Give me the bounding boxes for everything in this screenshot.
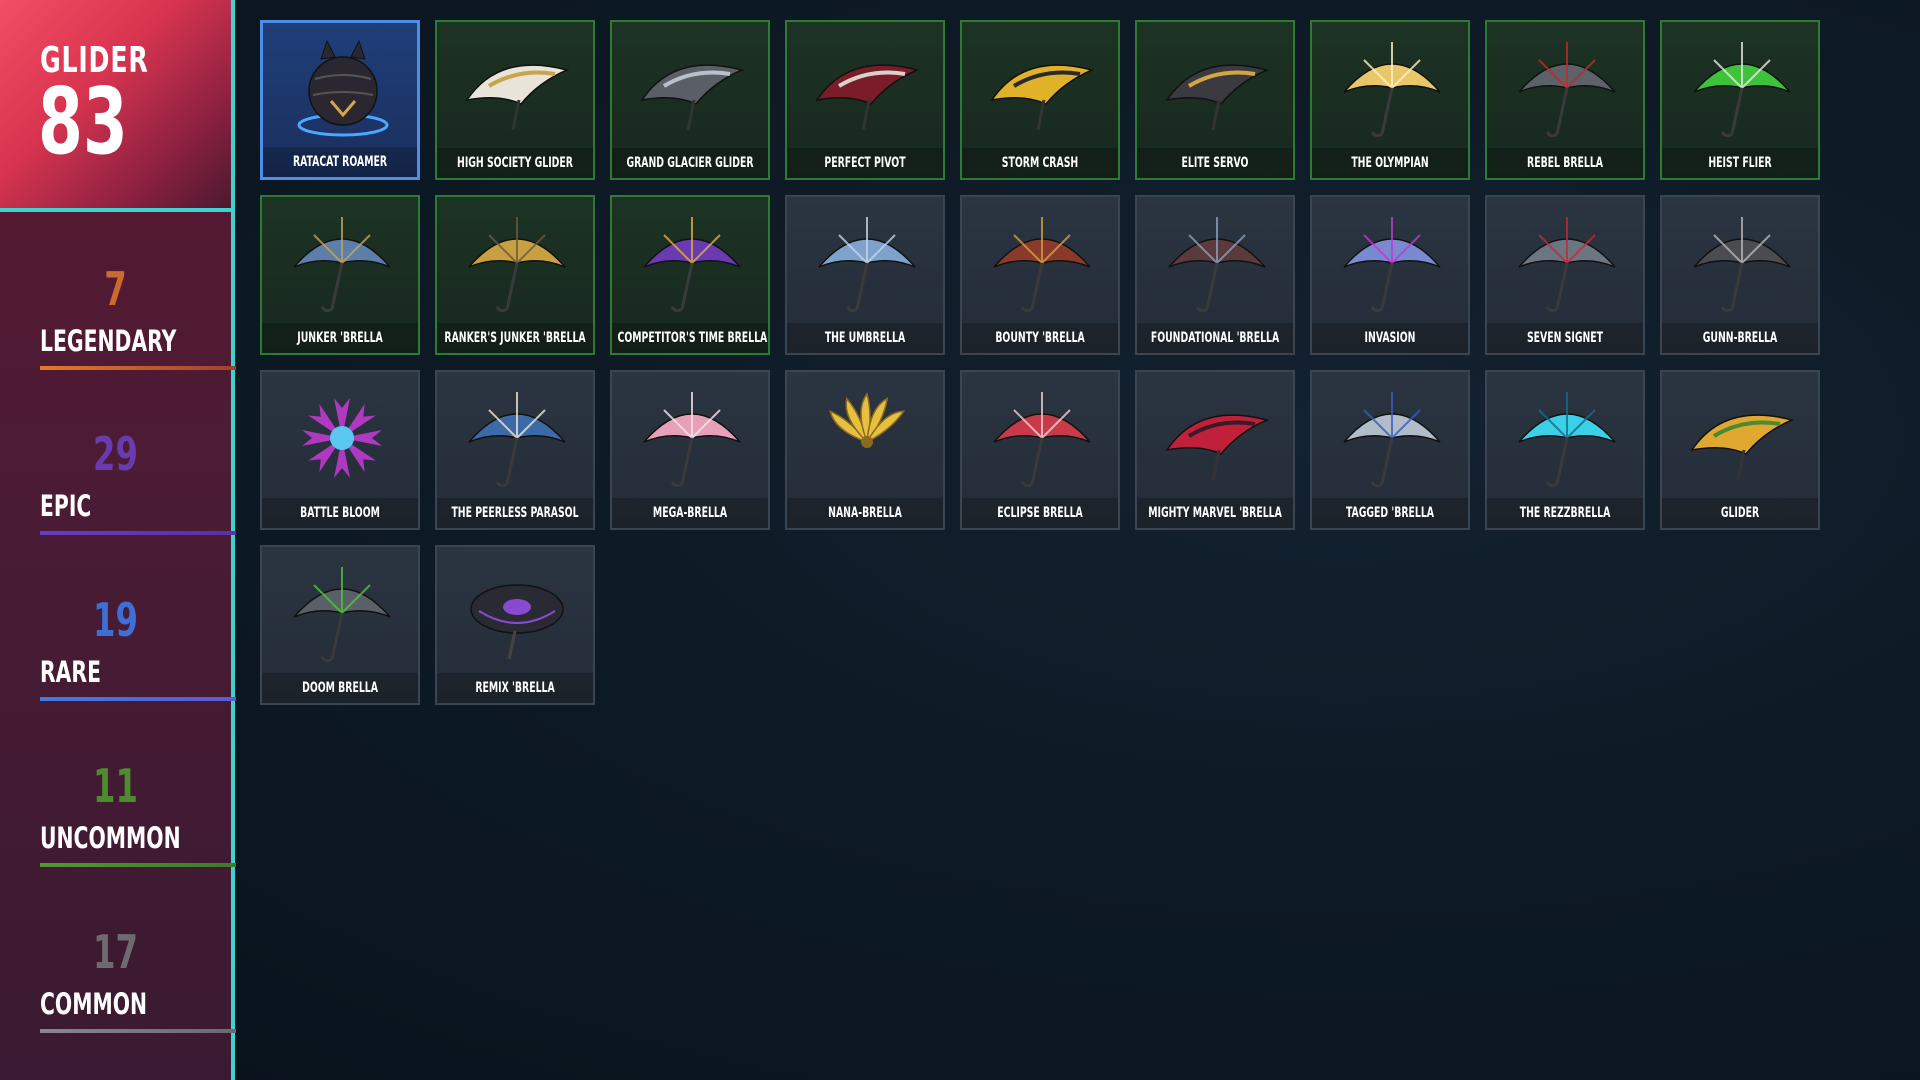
item-card[interactable]: BATTLE BLOOM — [260, 370, 420, 530]
item-name: REBEL BRELLA — [1527, 155, 1603, 171]
item-name: MEGA-BRELLA — [652, 505, 728, 521]
item-card[interactable]: INVASION — [1310, 195, 1470, 355]
item-card[interactable]: THE PEERLESS PARASOL — [435, 370, 595, 530]
rarity-rare[interactable]: 19 RARE — [0, 593, 236, 713]
item-card[interactable]: TAGGED 'BRELLA — [1310, 370, 1470, 530]
item-grid: RATACAT ROAMER HIGH SOCIETY GLIDER GRAND G… — [260, 20, 1820, 705]
rarity-label: COMMON — [40, 987, 148, 1021]
item-card[interactable]: SEVEN SIGNET — [1485, 195, 1645, 355]
item-name: ELITE SERVO — [1181, 155, 1249, 171]
item-name: DOOM BRELLA — [302, 680, 378, 696]
item-name: NANA-BRELLA — [828, 505, 902, 521]
rarity-count: 29 — [93, 427, 138, 481]
item-name: BOUNTY 'BRELLA — [995, 330, 1085, 346]
rarity-label: LEGENDARY — [40, 324, 177, 358]
item-name: RANKER'S JUNKER 'BRELLA — [444, 330, 586, 346]
item-card[interactable]: ELITE SERVO — [1135, 20, 1295, 180]
item-card[interactable]: PERFECT PIVOT — [785, 20, 945, 180]
item-card[interactable]: THE UMBRELLA — [785, 195, 945, 355]
item-name: ECLIPSE BRELLA — [997, 505, 1083, 521]
item-name: THE OLYMPIAN — [1351, 155, 1429, 171]
rarity-count: 17 — [93, 925, 138, 979]
item-name: GUNN-BRELLA — [1702, 330, 1778, 346]
item-name: MIGHTY MARVEL 'BRELLA — [1148, 505, 1282, 521]
item-card[interactable]: REMIX 'BRELLA — [435, 545, 595, 705]
item-name: FOUNDATIONAL 'BRELLA — [1150, 330, 1280, 346]
rarity-underline — [40, 697, 236, 701]
item-card[interactable]: DOOM BRELLA — [260, 545, 420, 705]
locker-screen: GLIDER 83 7 LEGENDARY 29 EPIC 19 RARE 11… — [0, 0, 1920, 1080]
item-card[interactable]: MEGA-BRELLA — [610, 370, 770, 530]
item-name: PERFECT PIVOT — [824, 155, 906, 171]
item-card[interactable]: HIGH SOCIETY GLIDER — [435, 20, 595, 180]
item-name: SEVEN SIGNET — [1526, 330, 1604, 346]
item-name: TAGGED 'BRELLA — [1345, 505, 1435, 521]
item-card[interactable]: BOUNTY 'BRELLA — [960, 195, 1120, 355]
item-card[interactable]: COMPETITOR'S TIME BRELLA — [610, 195, 770, 355]
rarity-common[interactable]: 17 COMMON — [0, 925, 236, 1045]
item-name: GRAND GLACIER GLIDER — [626, 155, 754, 171]
item-name: INVASION — [1364, 330, 1416, 346]
category-total-count: 83 — [38, 68, 128, 175]
item-card[interactable]: FOUNDATIONAL 'BRELLA — [1135, 195, 1295, 355]
rarity-epic[interactable]: 29 EPIC — [0, 427, 236, 547]
rarity-uncommon[interactable]: 11 UNCOMMON — [0, 759, 236, 879]
item-card[interactable]: JUNKER 'BRELLA — [260, 195, 420, 355]
rarity-legendary[interactable]: 7 LEGENDARY — [0, 262, 236, 382]
item-card[interactable]: RATACAT ROAMER — [260, 20, 420, 180]
rarity-count: 11 — [93, 759, 138, 813]
item-name: HIGH SOCIETY GLIDER — [457, 155, 573, 171]
item-card[interactable]: GUNN-BRELLA — [1660, 195, 1820, 355]
rarity-underline — [40, 863, 236, 867]
item-card[interactable]: RANKER'S JUNKER 'BRELLA — [435, 195, 595, 355]
item-card[interactable]: STORM CRASH — [960, 20, 1120, 180]
item-card[interactable]: REBEL BRELLA — [1485, 20, 1645, 180]
rarity-label: EPIC — [40, 489, 92, 523]
item-card[interactable]: THE OLYMPIAN — [1310, 20, 1470, 180]
rarity-label: RARE — [40, 655, 102, 689]
item-card[interactable]: GLIDER — [1660, 370, 1820, 530]
item-name: THE REZZBRELLA — [1519, 505, 1611, 521]
item-name: JUNKER 'BRELLA — [297, 330, 383, 346]
item-card[interactable]: GRAND GLACIER GLIDER — [610, 20, 770, 180]
rarity-underline — [40, 531, 236, 535]
rarity-underline — [40, 366, 236, 370]
item-name: HEIST FLIER — [1708, 155, 1772, 171]
rarity-count: 7 — [104, 262, 127, 316]
item-card[interactable]: MIGHTY MARVEL 'BRELLA — [1135, 370, 1295, 530]
category-header: GLIDER 83 — [0, 0, 231, 212]
item-name: BATTLE BLOOM — [300, 505, 380, 521]
rarity-sidebar: GLIDER 83 7 LEGENDARY 29 EPIC 19 RARE 11… — [0, 0, 236, 1080]
item-card[interactable]: NANA-BRELLA — [785, 370, 945, 530]
item-card[interactable]: ECLIPSE BRELLA — [960, 370, 1120, 530]
item-name: REMIX 'BRELLA — [475, 680, 555, 696]
item-name: THE UMBRELLA — [824, 330, 906, 346]
rarity-count: 19 — [93, 593, 138, 647]
item-name: COMPETITOR'S TIME BRELLA — [617, 330, 768, 346]
item-name: GLIDER — [1720, 505, 1760, 521]
item-card[interactable]: THE REZZBRELLA — [1485, 370, 1645, 530]
item-name: RATACAT ROAMER — [292, 154, 388, 170]
rarity-underline — [40, 1029, 236, 1033]
item-name: STORM CRASH — [1001, 155, 1079, 171]
rarity-label: UNCOMMON — [40, 821, 181, 855]
item-card[interactable]: HEIST FLIER — [1660, 20, 1820, 180]
item-name: THE PEERLESS PARASOL — [451, 505, 579, 521]
